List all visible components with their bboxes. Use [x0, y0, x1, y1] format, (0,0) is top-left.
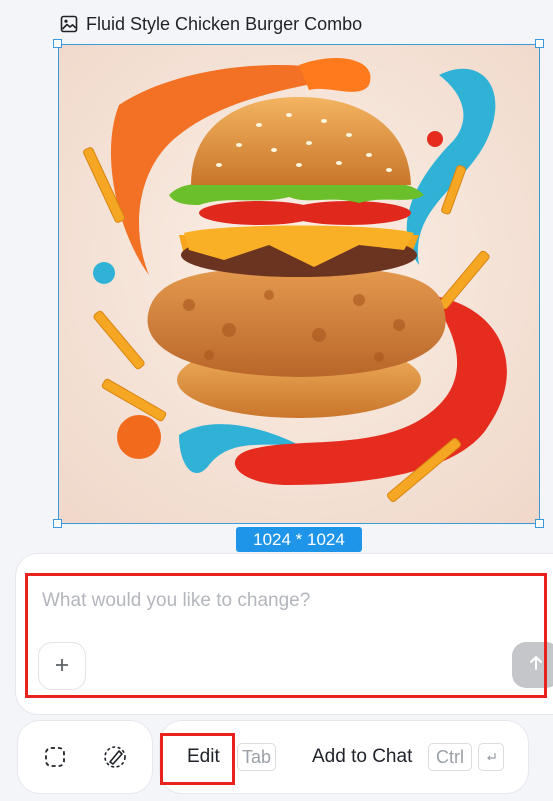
arrow-up-icon [527, 654, 545, 677]
image-title-row: Fluid Style Chicken Burger Combo [60, 12, 362, 36]
generated-image[interactable] [58, 44, 540, 524]
image-icon [60, 15, 78, 33]
burger-illustration [59, 45, 539, 523]
edit-button[interactable]: Edit [187, 746, 220, 768]
resize-handle-top-right[interactable] [535, 39, 544, 48]
image-title: Fluid Style Chicken Burger Combo [86, 13, 363, 34]
resize-handle-top-left[interactable] [53, 39, 62, 48]
prompt-card [16, 554, 553, 714]
plus-icon [54, 653, 70, 679]
add-to-chat-button[interactable]: Add to Chat [312, 746, 412, 768]
add-to-chat-shortcut-key: Ctrl [428, 743, 472, 771]
prompt-input[interactable] [40, 585, 524, 617]
resize-handle-bottom-left[interactable] [53, 519, 62, 528]
dashed-select-icon[interactable] [42, 744, 68, 770]
enter-key-icon [478, 743, 504, 771]
add-attachment-button[interactable] [38, 642, 86, 690]
send-button[interactable] [512, 642, 553, 688]
edit-shortcut-key: Tab [237, 743, 276, 771]
eraser-brush-icon[interactable] [102, 744, 128, 770]
dimension-badge: 1024 * 1024 [236, 527, 362, 552]
resize-handle-bottom-right[interactable] [535, 519, 544, 528]
tool-pill [18, 721, 152, 793]
